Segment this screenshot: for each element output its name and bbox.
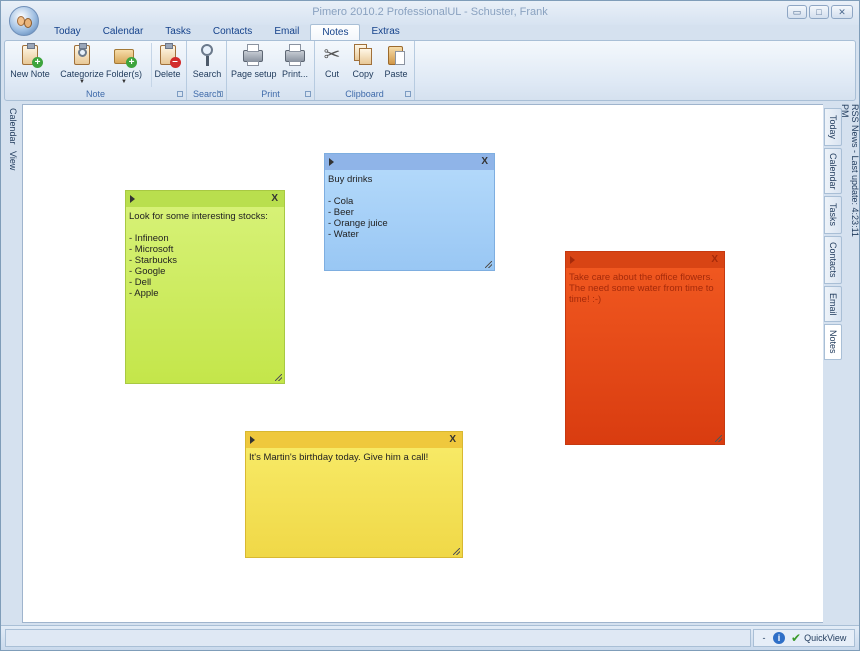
ribbon-group-clipboard: ✂ Cut Copy Paste Clipboard (315, 41, 415, 100)
close-button[interactable]: ✕ (831, 5, 853, 19)
search-button[interactable]: Search (191, 43, 223, 87)
cut-label: Cut (324, 69, 339, 79)
title-bar: Pimero 2010.2 ProfessionalUL - Schuster,… (1, 1, 859, 25)
scissors-icon: ✂ (323, 44, 341, 66)
window-title: Pimero 2010.2 ProfessionalUL - Schuster,… (312, 6, 548, 18)
tab-calendar[interactable]: Calendar (92, 24, 155, 40)
sticky-note-green[interactable]: X Look for some interesting stocks: - In… (125, 190, 285, 384)
menu-tabs: Today Calendar Tasks Contacts Email Note… (43, 24, 411, 41)
side-tab-contacts[interactable]: Contacts (824, 236, 842, 284)
expand-arrow-icon[interactable] (329, 158, 334, 166)
paste-label: Paste (384, 69, 408, 79)
delete-icon: – (157, 43, 181, 68)
tab-notes[interactable]: Notes (310, 24, 361, 41)
dialog-launcher-icon[interactable] (405, 91, 411, 97)
resize-grip-icon[interactable] (275, 374, 282, 381)
sticky-note-yellow[interactable]: X It's Martin's birthday today. Give him… (245, 431, 463, 558)
side-tab-email[interactable]: Email (824, 286, 842, 322)
sticky-note-blue[interactable]: X Buy drinks - Cola - Beer - Orange juic… (324, 153, 495, 271)
print-button[interactable]: Print... (279, 43, 311, 87)
new-note-icon: + (19, 43, 43, 68)
note-close-button[interactable]: X (711, 254, 718, 265)
copy-button[interactable]: Copy (349, 43, 377, 87)
ribbon-group-print: Page setup Print... Print (227, 41, 315, 100)
page-setup-button[interactable]: Page setup (231, 43, 277, 87)
new-note-label: New Note (10, 69, 50, 79)
printer-icon (242, 43, 264, 67)
delete-label: Delete (154, 69, 181, 79)
chevron-down-icon: ▼ (121, 79, 127, 85)
side-tab-calendar[interactable]: Calendar (4, 107, 22, 145)
printer-icon (284, 43, 306, 67)
person-icon (24, 18, 32, 28)
note-text[interactable]: It's Martin's birthday today. Give him a… (249, 452, 459, 463)
ribbon-group-note: + New Note Categorize ▼ + Folder(s) ▼ – … (5, 41, 187, 100)
collapse-button[interactable]: - (758, 633, 770, 643)
note-header[interactable]: X (246, 432, 462, 448)
dialog-launcher-icon[interactable] (177, 91, 183, 97)
dialog-launcher-icon[interactable] (217, 91, 223, 97)
app-menu-orb-icon[interactable] (9, 6, 39, 36)
folders-button[interactable]: + Folder(s) ▼ (106, 43, 142, 87)
folder-icon: + (113, 43, 137, 68)
page-setup-label: Page setup (231, 69, 277, 79)
note-text[interactable]: Look for some interesting stocks: - Infi… (129, 211, 281, 299)
group-label-note: Note (85, 89, 105, 99)
note-header[interactable]: X (126, 191, 284, 207)
resize-grip-icon[interactable] (453, 548, 460, 555)
copy-icon (352, 43, 374, 67)
note-text[interactable]: Take care about the office flowers. The … (569, 272, 721, 305)
ribbon-group-search: Search Search (187, 41, 227, 100)
app-window: Pimero 2010.2 ProfessionalUL - Schuster,… (0, 0, 860, 651)
new-note-button[interactable]: + New Note (10, 43, 50, 87)
delete-button[interactable]: – Delete (151, 43, 183, 87)
folders-label: Folder(s) (106, 69, 143, 79)
note-header[interactable]: X (325, 154, 494, 170)
quickview-button[interactable]: QuickView (804, 633, 846, 643)
chevron-down-icon: ▼ (79, 79, 85, 85)
status-bar: - i ✔ QuickView (1, 625, 859, 650)
left-side-panel: Calendar View (4, 103, 22, 623)
resize-grip-icon[interactable] (485, 261, 492, 268)
expand-arrow-icon[interactable] (570, 256, 575, 264)
check-icon: ✔ (791, 631, 802, 645)
sticky-note-red[interactable]: X Take care about the office flowers. Th… (565, 251, 725, 445)
dialog-launcher-icon[interactable] (305, 91, 311, 97)
tab-tasks[interactable]: Tasks (154, 24, 202, 40)
tab-contacts[interactable]: Contacts (202, 24, 263, 40)
info-icon[interactable]: i (773, 632, 785, 644)
categorize-icon (71, 43, 93, 67)
paste-button[interactable]: Paste (381, 43, 411, 87)
status-field (5, 629, 751, 647)
cut-button[interactable]: ✂ Cut (319, 43, 345, 87)
tab-today[interactable]: Today (43, 24, 92, 40)
resize-grip-icon[interactable] (715, 435, 722, 442)
tab-extras[interactable]: Extras (360, 24, 410, 40)
rss-news-panel[interactable]: RSS News - Last update: 4:23:11 PM (840, 104, 860, 239)
note-close-button[interactable]: X (481, 156, 488, 167)
copy-label: Copy (352, 69, 374, 79)
ribbon: + New Note Categorize ▼ + Folder(s) ▼ – … (4, 40, 856, 101)
categorize-label: Categorize (60, 69, 104, 79)
window-controls: ▭ □ ✕ (787, 5, 853, 19)
side-tab-notes[interactable]: Notes (824, 324, 842, 360)
side-tab-view[interactable]: View (4, 149, 22, 173)
note-text[interactable]: Buy drinks - Cola - Beer - Orange juice … (328, 174, 491, 240)
search-icon (196, 43, 218, 67)
expand-arrow-icon[interactable] (130, 195, 135, 203)
note-close-button[interactable]: X (449, 434, 456, 445)
minimize-button[interactable]: ▭ (787, 5, 807, 19)
group-label-print: Print (261, 89, 280, 99)
print-label: Print... (281, 69, 308, 79)
paste-icon (385, 43, 407, 67)
group-label-clipboard: Clipboard (345, 89, 384, 99)
tab-email[interactable]: Email (263, 24, 310, 40)
categorize-button[interactable]: Categorize ▼ (60, 43, 104, 87)
note-header[interactable]: X (566, 252, 724, 268)
status-right-panel: - i ✔ QuickView (753, 629, 855, 647)
note-close-button[interactable]: X (271, 193, 278, 204)
maximize-button[interactable]: □ (809, 5, 829, 19)
expand-arrow-icon[interactable] (250, 436, 255, 444)
search-label: Search (192, 69, 222, 79)
